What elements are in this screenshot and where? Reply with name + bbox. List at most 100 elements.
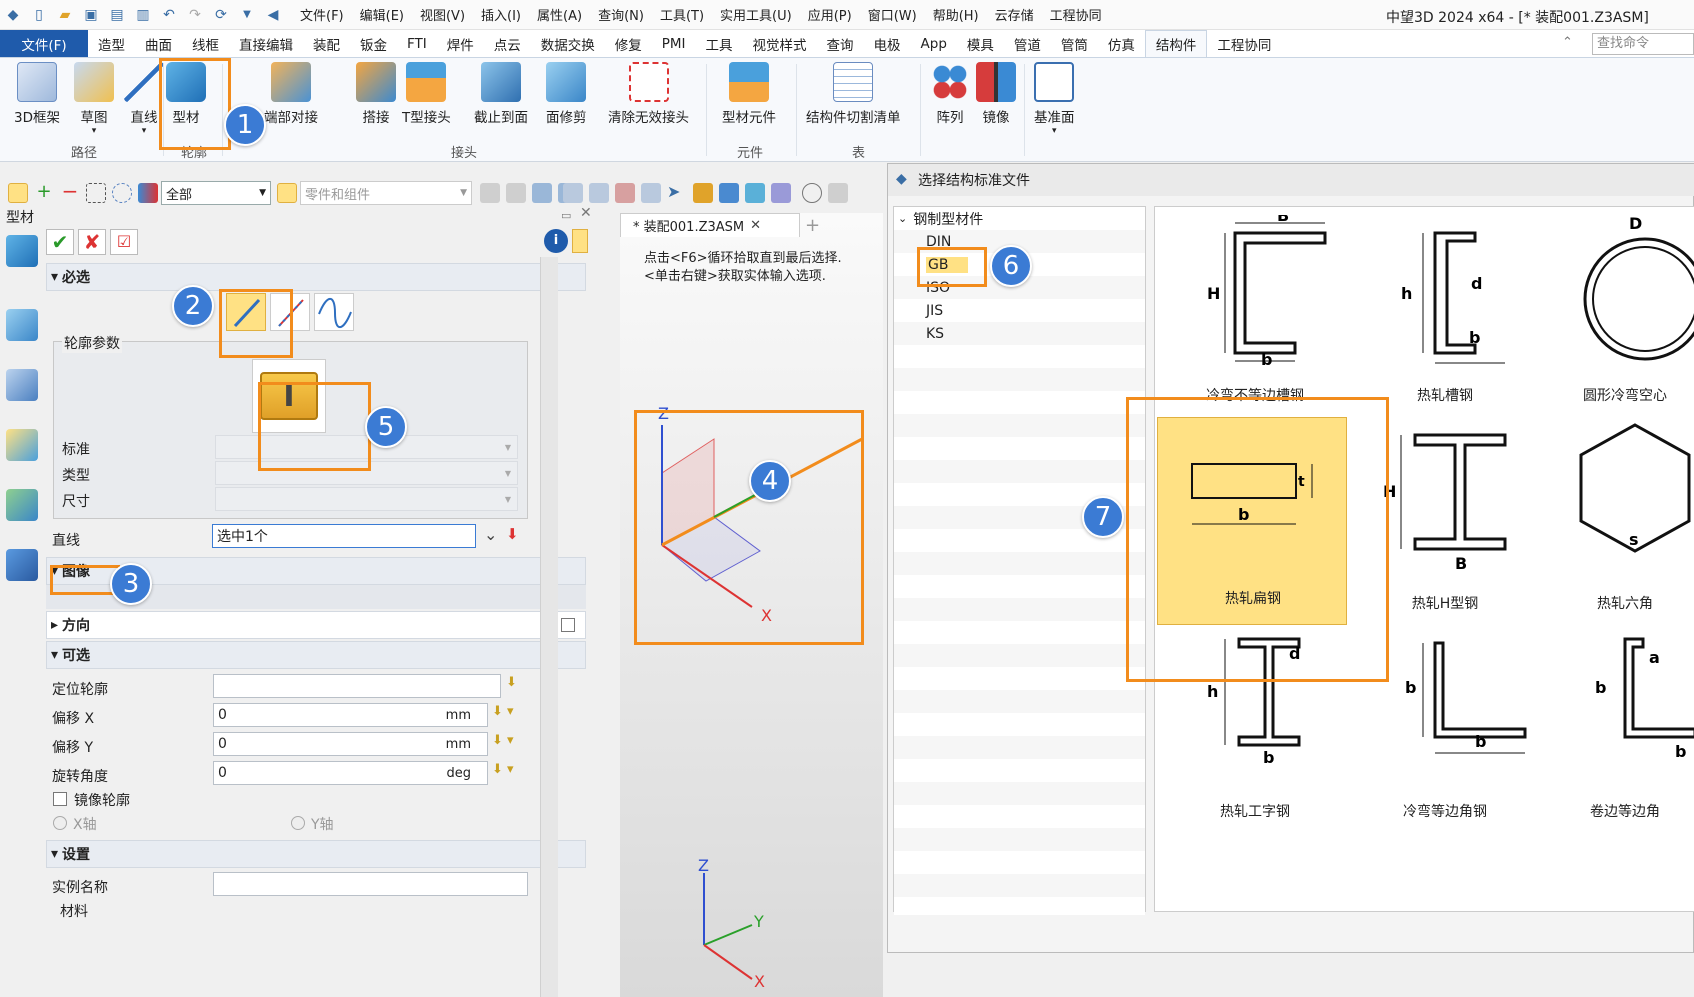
filter-icon[interactable]: [138, 183, 158, 203]
doc-tab[interactable]: * 装配001.Z3ASM ✕: [620, 213, 800, 237]
tab-repair[interactable]: 修复: [605, 30, 652, 57]
profile-element-button[interactable]: 型材元件: [722, 62, 776, 126]
direction-toggle-icon[interactable]: [561, 618, 575, 632]
render-icon[interactable]: [745, 183, 765, 203]
rotation-field[interactable]: 0 deg: [213, 761, 488, 785]
side-tree-icon[interactable]: [6, 369, 38, 401]
panel-close-icon[interactable]: ✕: [580, 205, 592, 221]
size-select[interactable]: ▼: [215, 487, 518, 511]
clear-invalid-joints-button[interactable]: 清除无效接头: [608, 62, 689, 126]
side-part-icon[interactable]: [6, 309, 38, 341]
tab-tools[interactable]: 工具: [696, 30, 743, 57]
new-file-icon[interactable]: ▯: [28, 4, 50, 26]
menu-window[interactable]: 窗口(W): [860, 5, 925, 24]
tab-inquiry[interactable]: 查询: [817, 30, 864, 57]
snap-icon[interactable]: [506, 183, 526, 203]
print-preview-icon[interactable]: ▥: [132, 4, 154, 26]
datum-plane-button[interactable]: 基准面 ▾: [1034, 62, 1075, 136]
hot-rolled-channel-image[interactable]: h d b: [1375, 215, 1535, 365]
tab-weldment[interactable]: 焊件: [437, 30, 484, 57]
remove-icon[interactable]: −: [60, 181, 80, 203]
side-profile-icon[interactable]: [6, 235, 38, 267]
menu-insert[interactable]: 插入(I): [473, 5, 529, 24]
view-tool-icon-5[interactable]: [615, 183, 635, 203]
part-icon[interactable]: [719, 183, 739, 203]
menu-cloud[interactable]: 云存储: [987, 5, 1042, 24]
end-butt-button[interactable]: 端部对接: [264, 62, 318, 126]
menu-view[interactable]: 视图(V): [412, 5, 473, 24]
section-settings[interactable]: ▾ 设置: [46, 840, 586, 868]
cursor-icon[interactable]: ➤: [667, 183, 687, 203]
section-direction[interactable]: ▸ 方向: [46, 611, 586, 639]
new-tab-icon[interactable]: +: [805, 215, 820, 236]
tab-pmi[interactable]: PMI: [652, 30, 696, 57]
tab-fti[interactable]: FTI: [397, 30, 437, 57]
locate-pick-icon[interactable]: ⬇: [506, 675, 517, 690]
scope-icon[interactable]: [277, 183, 297, 203]
tab-direct-edit[interactable]: 直接编辑: [229, 30, 303, 57]
side-view-icon[interactable]: [6, 429, 38, 461]
menu-edit[interactable]: 编辑(E): [352, 5, 412, 24]
tab-modeling[interactable]: 造型: [88, 30, 135, 57]
apply-button[interactable]: ☑: [110, 229, 138, 255]
cold-bent-angle-image[interactable]: b b: [1375, 629, 1545, 779]
layer-icon[interactable]: [693, 183, 713, 203]
filter-combo[interactable]: 全部 ▼: [161, 181, 271, 205]
scope-combo[interactable]: 零件和组件 ▼: [300, 181, 472, 205]
add-icon[interactable]: +: [34, 183, 54, 203]
hot-rolled-h-beam-image[interactable]: H B: [1375, 421, 1535, 571]
tree-item-ks[interactable]: KS: [894, 322, 1145, 345]
mirror-checkbox[interactable]: [53, 792, 67, 806]
pan-view-icon[interactable]: [828, 183, 848, 203]
tree-item-jis[interactable]: JIS: [894, 299, 1145, 322]
view-tool-icon-3[interactable]: [563, 183, 583, 203]
tab-tubing[interactable]: 管筒: [1051, 30, 1098, 57]
tab-electrode[interactable]: 电极: [864, 30, 911, 57]
collapse-ribbon-icon[interactable]: ⌃: [1562, 35, 1573, 50]
view-tool-icon-6[interactable]: [641, 183, 661, 203]
tree-root[interactable]: ⌄ 钢制型材件: [894, 207, 1145, 230]
refresh-icon[interactable]: ⟳: [210, 4, 232, 26]
lap-joint-button[interactable]: 搭接: [356, 62, 396, 126]
panel-scrollbar[interactable]: [540, 257, 558, 997]
cold-bent-channel-image[interactable]: H B b: [1175, 215, 1355, 365]
tab-simulation[interactable]: 仿真: [1098, 30, 1145, 57]
tab-surface[interactable]: 曲面: [135, 30, 182, 57]
locate-profile-field[interactable]: [213, 674, 501, 698]
menu-query[interactable]: 查询(N): [590, 5, 652, 24]
3d-frame-button[interactable]: 3D框架: [14, 62, 60, 126]
y-axis-radio[interactable]: [291, 816, 305, 830]
side-user-icon[interactable]: [6, 549, 38, 581]
pick-icon[interactable]: [8, 183, 28, 203]
view-tool-icon-4[interactable]: [589, 183, 609, 203]
rotation-pick-icon[interactable]: ⬇ ▾: [492, 762, 514, 777]
side-image-icon[interactable]: [6, 489, 38, 521]
cut-list-button[interactable]: 结构件切割清单: [806, 62, 901, 126]
sketch-button[interactable]: 草图 ▾: [74, 62, 114, 136]
section-optional[interactable]: ▾ 可选: [46, 641, 586, 669]
print-icon[interactable]: ▤: [106, 4, 128, 26]
expand-list-icon[interactable]: ⌄: [484, 525, 497, 544]
t-joint-button[interactable]: T型接头: [402, 62, 451, 126]
menu-file[interactable]: 文件(F): [292, 5, 352, 24]
rotate-view-icon[interactable]: [802, 183, 822, 203]
spline-select-button[interactable]: [314, 293, 354, 331]
offset-y-pick-icon[interactable]: ⬇ ▾: [492, 733, 514, 748]
menu-attribute[interactable]: 属性(A): [529, 5, 590, 24]
trim-to-face-button[interactable]: 截止到面: [474, 62, 528, 126]
menu-utilities[interactable]: 实用工具(U): [712, 5, 800, 24]
dialog-title-bar[interactable]: ◆ 选择结构标准文件: [888, 164, 1694, 196]
tab-piping[interactable]: 管道: [1004, 30, 1051, 57]
hot-rolled-hexagon-image[interactable]: s: [1565, 421, 1694, 571]
tab-assembly[interactable]: 装配: [303, 30, 350, 57]
pattern-button[interactable]: 阵列: [930, 62, 970, 126]
tab-collaboration[interactable]: 工程协同: [1207, 30, 1281, 57]
open-file-icon[interactable]: ▰: [54, 4, 76, 26]
doc-close-icon[interactable]: ✕: [750, 218, 761, 233]
menu-collab[interactable]: 工程协同: [1042, 5, 1110, 24]
help-icon[interactable]: [572, 229, 588, 253]
tab-file[interactable]: 文件(F): [0, 30, 88, 57]
pick-reference-icon[interactable]: ⬇: [506, 525, 519, 543]
lasso-icon[interactable]: [112, 183, 132, 203]
offset-y-field[interactable]: 0 mm: [213, 732, 488, 756]
